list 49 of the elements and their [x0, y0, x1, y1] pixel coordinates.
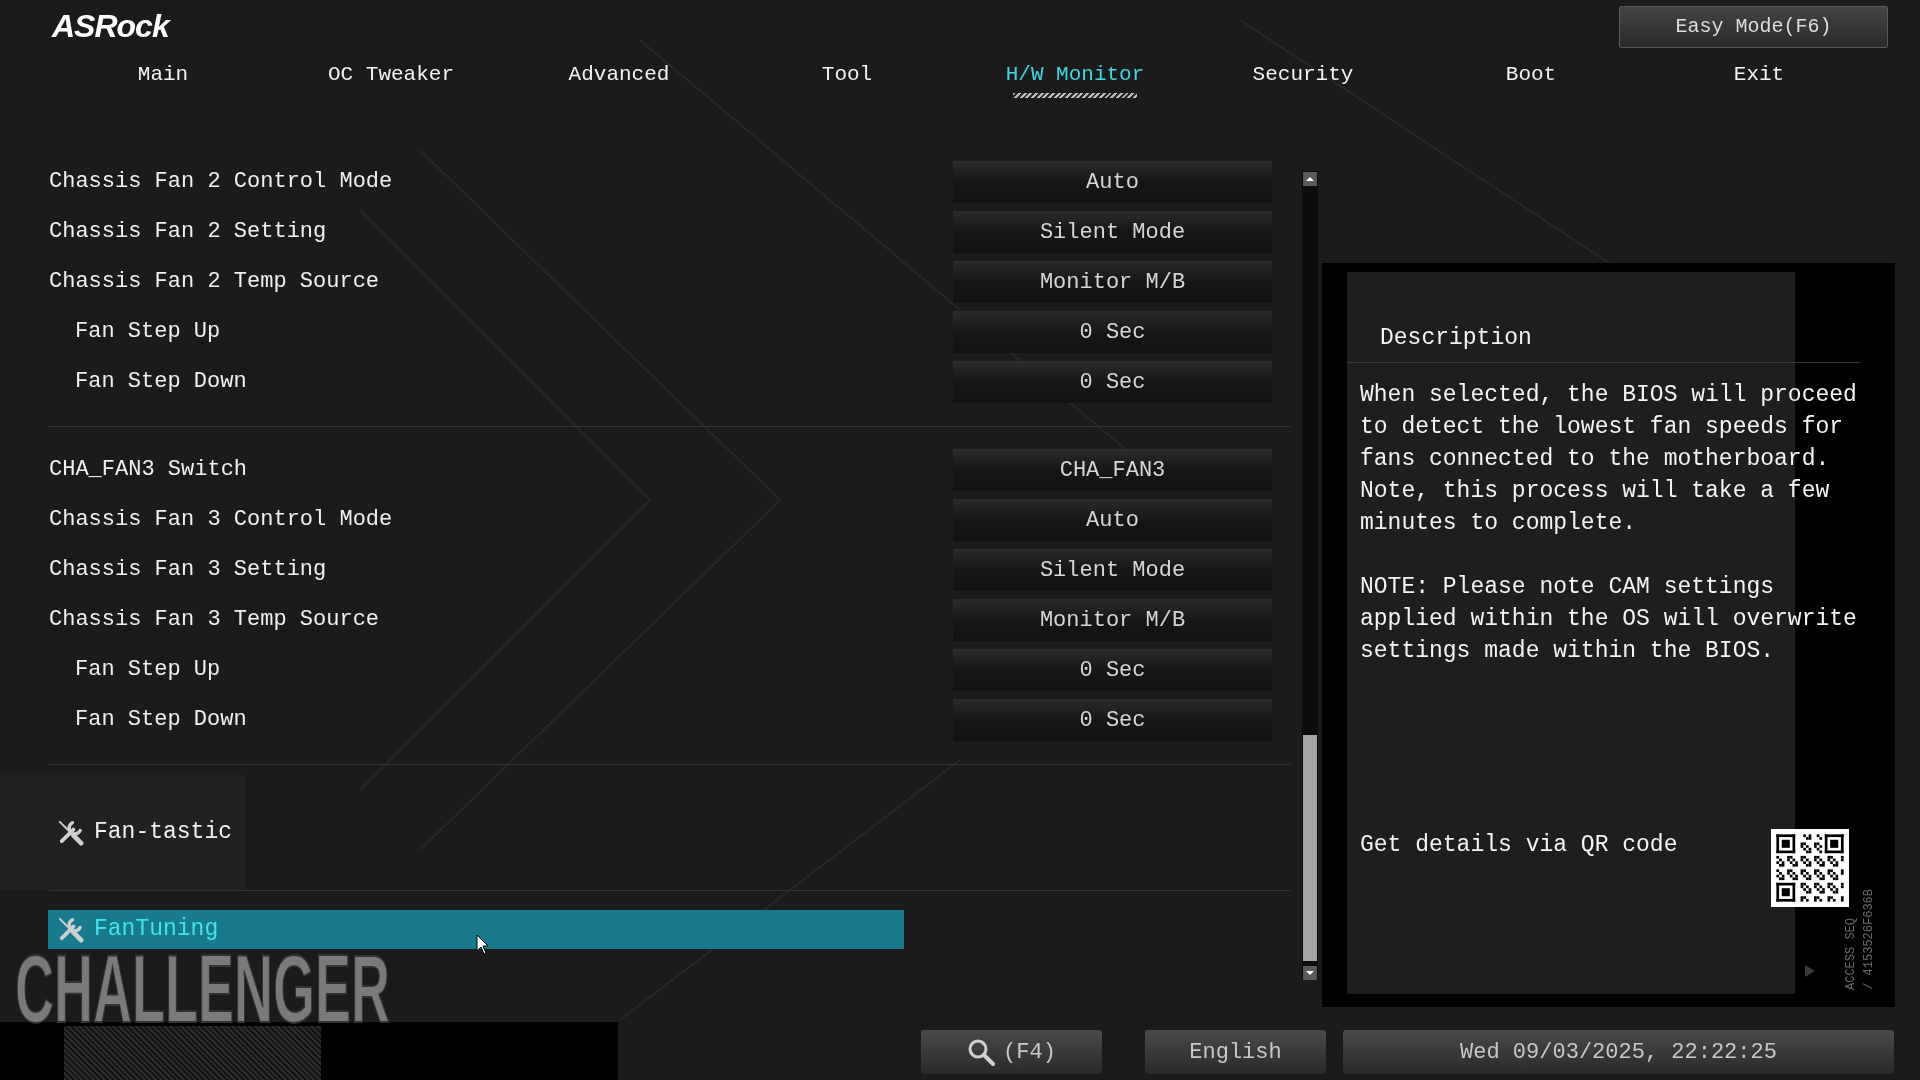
- menu-tab[interactable]: Tool: [821, 52, 873, 98]
- access-code-text: ACCESS SEQ: [1844, 918, 1858, 990]
- language-button[interactable]: English: [1145, 1030, 1326, 1074]
- menu-tab[interactable]: Boot: [1505, 52, 1557, 98]
- menu-tab[interactable]: Security: [1252, 52, 1354, 98]
- setting-label: Chassis Fan 3 Temp Source: [49, 606, 380, 634]
- value-dropdown[interactable]: Auto: [953, 161, 1272, 203]
- menu-tab[interactable]: Advanced: [568, 52, 670, 98]
- tool-menu-item[interactable]: Fan-tastic: [0, 775, 245, 890]
- setting-label: CHA_FAN3 Switch: [49, 456, 248, 484]
- description-text: NOTE: Please note CAM settings applied within the OS will overwrite settings made within the BIOS.: [1360, 573, 1858, 666]
- description-title: Description: [1380, 324, 1533, 352]
- brand-logo: ASRock: [52, 9, 169, 43]
- value-dropdown[interactable]: Auto: [953, 499, 1272, 541]
- setting-label: Chassis Fan 3 Setting: [49, 556, 327, 584]
- value-dropdown[interactable]: Monitor M/B: [953, 261, 1272, 303]
- access-code-text: / 4153526F636B: [1862, 889, 1876, 990]
- value-dropdown[interactable]: Silent Mode: [953, 549, 1272, 591]
- easy-mode-button[interactable]: Easy Mode(F6): [1619, 6, 1888, 48]
- setting-label: Chassis Fan 3 Control Mode: [49, 506, 393, 534]
- scrollbar-track[interactable]: [1302, 171, 1318, 980]
- setting-label: Chassis Fan 2 Control Mode: [49, 168, 393, 196]
- value-dropdown[interactable]: CHA_FAN3: [953, 449, 1272, 491]
- mouse-cursor-icon: [476, 934, 490, 955]
- value-dropdown[interactable]: 0 Sec: [953, 311, 1272, 353]
- value-dropdown[interactable]: Silent Mode: [953, 211, 1272, 253]
- setting-label: Fan Step Up: [74, 318, 221, 346]
- search-button[interactable]: (F4): [921, 1030, 1102, 1074]
- value-dropdown[interactable]: 0 Sec: [953, 361, 1272, 403]
- brand-mark-text: CHALLENGER: [15, 951, 390, 1026]
- setting-label: Fan Step Down: [74, 368, 247, 396]
- scrollbar-thumb[interactable]: [1303, 735, 1317, 961]
- value-dropdown[interactable]: 0 Sec: [953, 699, 1272, 741]
- menu-tab[interactable]: Exit: [1733, 52, 1785, 98]
- menu-tab[interactable]: OC Tweaker: [328, 52, 454, 98]
- play-arrow-icon: [1805, 965, 1815, 977]
- setting-label: Chassis Fan 2 Temp Source: [49, 268, 380, 296]
- qr-code-icon: [1771, 829, 1849, 907]
- description-text: When selected, the BIOS will proceed to detect the lowest fan speeds for fans connected to the motherboard. Note, this process will take a few minutes to complete.: [1360, 381, 1858, 538]
- qr-caption: Get details via QR code: [1360, 831, 1678, 860]
- menu-tab[interactable]: Main: [137, 52, 189, 98]
- setting-label: Chassis Fan 2 Setting: [49, 218, 327, 246]
- menu-tab[interactable]: H/W Monitor: [1005, 52, 1145, 98]
- search-icon: [967, 1038, 996, 1066]
- setting-label: Fan Step Up: [74, 656, 221, 684]
- value-dropdown[interactable]: 0 Sec: [953, 649, 1272, 691]
- setting-label: Fan Step Down: [74, 706, 247, 734]
- datetime-display: Wed 09/03/2025, 22:22:25: [1343, 1030, 1894, 1074]
- value-dropdown[interactable]: Monitor M/B: [953, 599, 1272, 641]
